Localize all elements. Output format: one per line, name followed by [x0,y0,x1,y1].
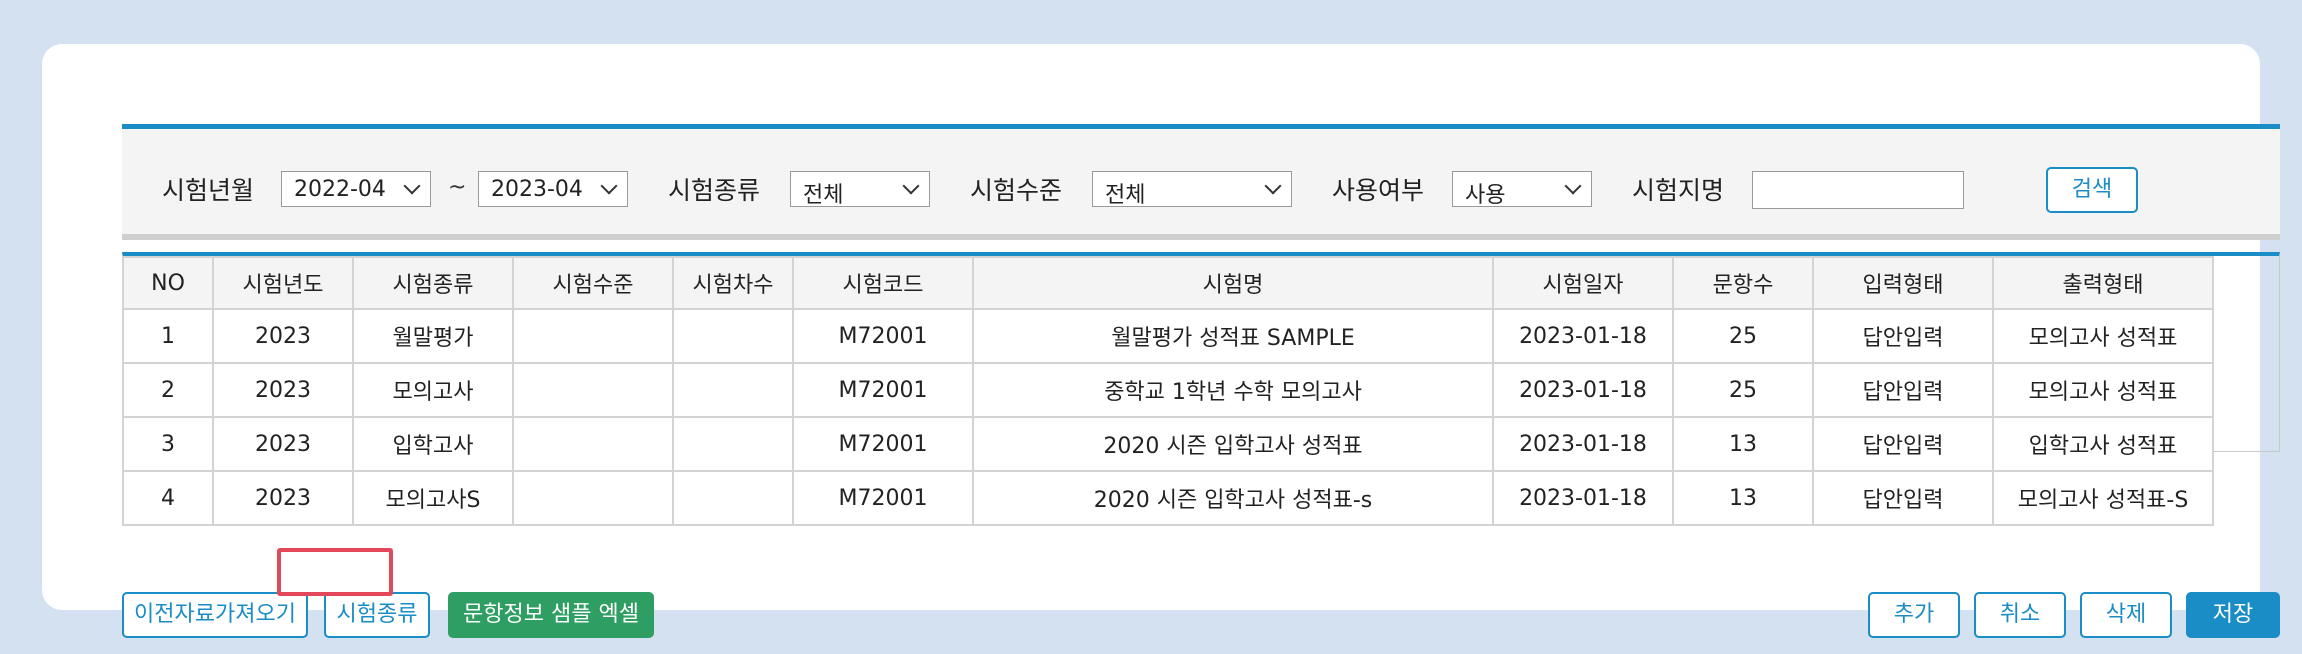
cell-type: 모의고사 [352,362,514,418]
table-row[interactable]: 2 2023 모의고사 M72001 중학교 1학년 수학 모의고사 2023-… [122,362,2214,418]
column-header: 문항수 [1672,256,1814,310]
cell-round [672,416,794,472]
exam-name-input[interactable] [1752,171,1964,209]
level-select[interactable]: 전체 [1092,171,1292,208]
exam-table-container: NO 시험년도 시험종류 시험수준 시험차수 시험코드 시험명 시험일자 문항수… [122,252,2280,526]
cell-output-type: 입학고사 성적표 [1992,416,2214,472]
cell-code: M72001 [792,470,974,526]
cell-count: 13 [1672,416,1814,472]
cell-input-type: 답안입력 [1812,308,1994,364]
cell-output-type: 모의고사 성적표 [1992,308,2214,364]
column-header: 시험코드 [792,256,974,310]
exam-table: NO 시험년도 시험종류 시험수준 시험차수 시험코드 시험명 시험일자 문항수… [122,256,2214,526]
column-header: 출력형태 [1992,256,2214,310]
type-label: 시험종류 [668,176,761,205]
cell-name: 월말평가 성적표 SAMPLE [972,308,1494,364]
cell-code: M72001 [792,362,974,418]
cell-count: 25 [1672,308,1814,364]
add-button[interactable]: 추가 [1868,592,1960,638]
cell-count: 13 [1672,470,1814,526]
cell-input-type: 답안입력 [1812,416,1994,472]
table-row[interactable]: 1 2023 월말평가 M72001 월말평가 성적표 SAMPLE 2023-… [122,308,2214,364]
delete-button[interactable]: 삭제 [2080,592,2172,638]
cell-type: 월말평가 [352,308,514,364]
column-header: NO [122,256,214,310]
cell-year: 2023 [212,362,354,418]
table-row[interactable]: 3 2023 입학고사 M72001 2020 시즌 입학고사 성적표 2023… [122,416,2214,472]
search-panel: 시험년월 2022-04 ~ 2023-04 시험종류 전체 시험수준 전체 사… [122,124,2280,240]
chevron-down-icon [403,177,421,195]
cell-date: 2023-01-18 [1492,470,1674,526]
column-header: 시험일자 [1492,256,1674,310]
cell-name: 2020 시즌 입학고사 성적표 [972,416,1494,472]
usage-select[interactable]: 사용 [1452,171,1592,208]
sample-excel-button[interactable]: 문항정보 샘플 엑셀 [448,592,654,638]
cell-round [672,308,794,364]
cell-code: M72001 [792,416,974,472]
cell-level [512,470,674,526]
cell-date: 2023-01-18 [1492,416,1674,472]
chevron-down-icon [902,177,920,195]
column-header: 시험년도 [212,256,354,310]
cell-year: 2023 [212,308,354,364]
name-label: 시험지명 [1632,176,1725,205]
main-card: 시험년월 2022-04 ~ 2023-04 시험종류 전체 시험수준 전체 사… [42,44,2280,638]
cell-output-type: 모의고사 성적표 [1992,362,2214,418]
chevron-down-icon [1264,177,1282,195]
cell-round [672,362,794,418]
exam-type-button-highlight [277,548,393,596]
cell-input-type: 답안입력 [1812,362,1994,418]
cell-no: 2 [122,362,214,418]
cell-type: 모의고사S [352,470,514,526]
column-header: 시험종류 [352,256,514,310]
period-to-select[interactable]: 2023-04 [478,171,628,207]
type-value: 전체 [803,183,844,208]
level-value: 전체 [1105,183,1146,208]
cell-count: 25 [1672,362,1814,418]
cancel-button[interactable]: 취소 [1974,592,2066,638]
column-header: 시험명 [972,256,1494,310]
cell-year: 2023 [212,416,354,472]
content-area: 시험년월 2022-04 ~ 2023-04 시험종류 전체 시험수준 전체 사… [122,124,2280,638]
period-from-select[interactable]: 2022-04 [281,171,431,207]
cell-no: 4 [122,470,214,526]
cell-year: 2023 [212,470,354,526]
usage-label: 사용여부 [1332,176,1425,205]
column-header: 시험차수 [672,256,794,310]
period-separator: ~ [448,175,467,200]
table-row[interactable]: 4 2023 모의고사S M72001 2020 시즌 입학고사 성적표-s 2… [122,470,2214,526]
level-label: 시험수준 [970,176,1063,205]
period-from-value: 2022-04 [294,177,386,202]
table-header-row: NO 시험년도 시험종류 시험수준 시험차수 시험코드 시험명 시험일자 문항수… [122,256,2214,310]
chevron-down-icon [600,177,618,195]
cell-output-type: 모의고사 성적표-S [1992,470,2214,526]
cell-date: 2023-01-18 [1492,308,1674,364]
cell-no: 3 [122,416,214,472]
cell-level [512,308,674,364]
search-button[interactable]: 검색 [2046,167,2138,213]
cell-code: M72001 [792,308,974,364]
cell-level [512,416,674,472]
period-label: 시험년월 [162,176,255,205]
type-select[interactable]: 전체 [790,171,930,208]
cell-date: 2023-01-18 [1492,362,1674,418]
cell-no: 1 [122,308,214,364]
column-header: 입력형태 [1812,256,1994,310]
period-to-value: 2023-04 [491,177,583,202]
exam-type-button[interactable]: 시험종류 [324,592,430,638]
cell-input-type: 답안입력 [1812,470,1994,526]
column-header: 시험수준 [512,256,674,310]
chevron-down-icon [1564,177,1582,195]
cell-name: 중학교 1학년 수학 모의고사 [972,362,1494,418]
save-button[interactable]: 저장 [2186,592,2280,638]
cell-name: 2020 시즌 입학고사 성적표-s [972,470,1494,526]
cell-level [512,362,674,418]
cell-type: 입학고사 [352,416,514,472]
cell-round [672,470,794,526]
usage-value: 사용 [1465,183,1506,208]
import-previous-button[interactable]: 이전자료가져오기 [122,592,308,638]
